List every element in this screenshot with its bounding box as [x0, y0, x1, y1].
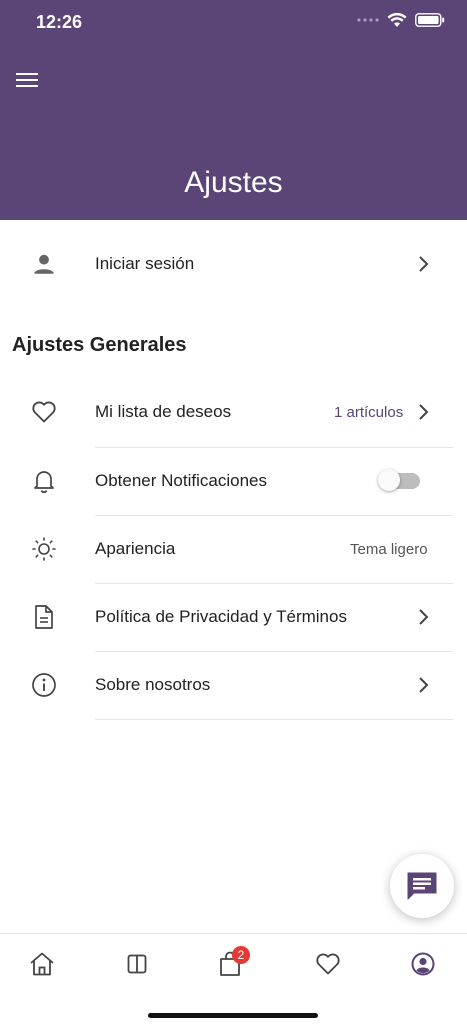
page-title: Ajustes — [184, 166, 283, 199]
tab-home[interactable] — [22, 948, 62, 980]
wishlist-count: 1 artículos — [334, 403, 404, 421]
appearance-row[interactable]: Apariencia Tema ligero — [0, 515, 467, 583]
home-icon — [30, 952, 54, 976]
chevron-right-icon — [419, 256, 429, 272]
columns-icon — [127, 954, 147, 974]
wifi-icon — [387, 12, 407, 27]
document-icon — [30, 603, 58, 631]
notifications-label: Obtener Notificaciones — [95, 471, 267, 490]
toggle-knob — [378, 469, 400, 491]
privacy-terms-row[interactable]: Política de Privacidad y Términos — [0, 583, 467, 651]
login-label: Iniciar sesión — [95, 254, 195, 273]
tab-categories[interactable] — [117, 948, 157, 980]
divider — [95, 719, 453, 720]
wishlist-row[interactable]: Mi lista de deseos 1 artículos — [0, 378, 467, 446]
heart-icon — [316, 953, 340, 975]
notifications-row: Obtener Notificaciones — [0, 447, 467, 515]
user-circle-icon — [411, 952, 435, 976]
info-icon — [30, 671, 58, 699]
battery-icon — [415, 13, 445, 27]
sun-icon — [30, 535, 58, 563]
chat-icon — [407, 872, 437, 900]
about-label: Sobre nosotros — [95, 675, 211, 694]
heart-icon — [30, 398, 58, 426]
tab-cart[interactable]: 2 — [210, 946, 250, 980]
appearance-value: Tema ligero — [350, 540, 428, 558]
chevron-right-icon — [419, 677, 429, 693]
chevron-right-icon — [419, 404, 429, 420]
wishlist-label: Mi lista de deseos — [95, 402, 232, 421]
about-row[interactable]: Sobre nosotros — [0, 651, 467, 719]
chevron-right-icon — [419, 609, 429, 625]
section-title-general: Ajustes Generales — [12, 334, 187, 356]
user-icon — [30, 250, 58, 278]
chat-fab-button[interactable] — [390, 854, 454, 918]
tab-wishlist[interactable] — [308, 948, 348, 980]
status-time: 12:26 — [36, 12, 83, 32]
appearance-label: Apariencia — [95, 539, 176, 558]
signal-icon — [357, 18, 379, 22]
hamburger-menu-icon[interactable] — [16, 70, 40, 90]
status-indicators — [357, 12, 445, 28]
cart-badge: 2 — [232, 946, 250, 964]
app-header: 12:26 Ajustes — [0, 0, 467, 220]
bottom-navigation: 2 — [0, 933, 467, 1025]
privacy-terms-label: Política de Privacidad y Términos — [95, 607, 347, 626]
home-indicator — [148, 1013, 318, 1018]
bell-icon — [30, 467, 58, 495]
login-row[interactable]: Iniciar sesión — [0, 230, 467, 298]
tab-profile[interactable] — [403, 948, 443, 980]
notifications-toggle[interactable] — [378, 469, 420, 491]
